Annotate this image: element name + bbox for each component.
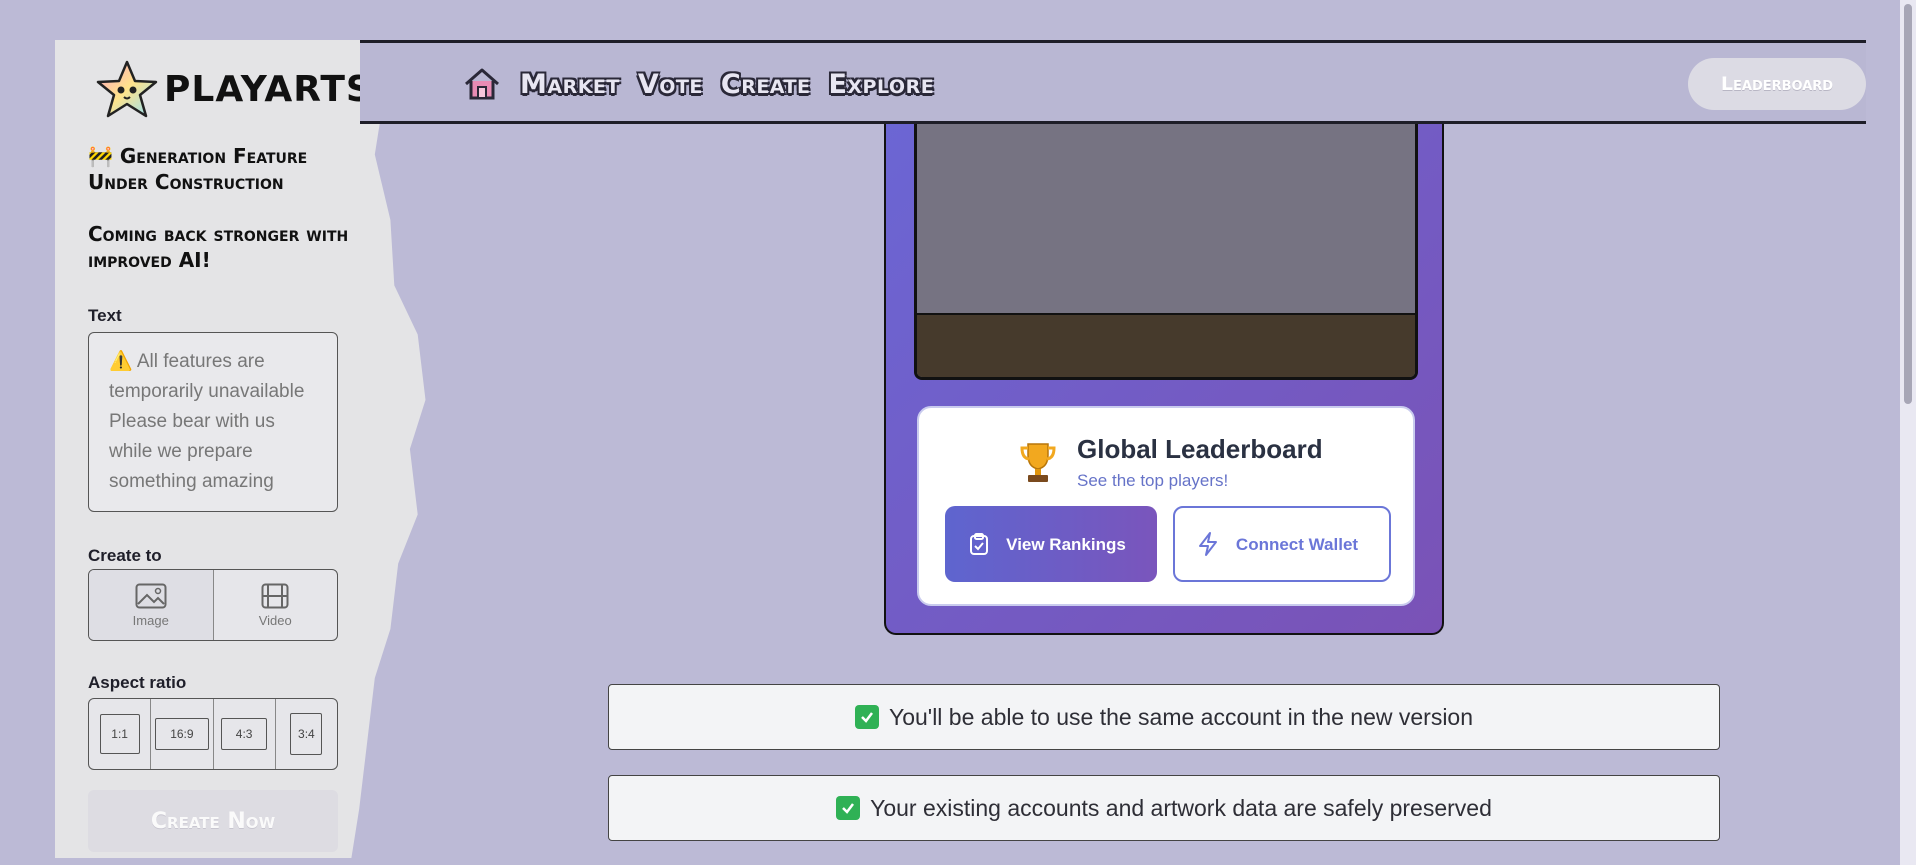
nav-market[interactable]: Market: [520, 69, 620, 100]
notice-data-preserved-text: Your existing accounts and artwork data …: [870, 794, 1492, 821]
video-icon: [261, 583, 289, 608]
aspect-ratio-label: Aspect ratio: [88, 673, 187, 692]
notice-data-preserved: Your existing accounts and artwork data …: [608, 775, 1720, 841]
aspect-ratio-selector: 1:1 16:9 4:3 3:4: [88, 698, 338, 770]
nav-vote[interactable]: Vote: [638, 69, 703, 100]
logo-text: PLAYARTS: [164, 68, 373, 110]
prompt-textarea[interactable]: ⚠️ All features are temporarily unavaila…: [88, 332, 338, 512]
home-icon: [465, 68, 499, 100]
view-rankings-button[interactable]: View Rankings: [945, 506, 1157, 582]
aspect-16-9-option[interactable]: 16:9: [151, 699, 214, 769]
create-to-label: Create to: [88, 546, 162, 565]
aspect-1-1-option[interactable]: 1:1: [89, 699, 152, 769]
nav-create[interactable]: Create: [721, 69, 811, 100]
connect-wallet-label: Connect Wallet: [1235, 534, 1359, 554]
create-to-selector: Image Video: [88, 569, 338, 641]
aspect-16-9-label: 16:9: [154, 718, 209, 750]
leaderboard-title: Global Leaderboard: [1077, 434, 1323, 464]
create-now-button[interactable]: Create Now: [88, 790, 338, 852]
view-rankings-label: View Rankings: [1006, 534, 1126, 554]
star-logo-icon: [96, 60, 158, 118]
image-option-label: Image: [132, 612, 169, 628]
clipboard-icon: [970, 533, 988, 555]
notice-same-account: You'll be able to use the same account i…: [608, 684, 1720, 750]
connect-wallet-button[interactable]: Connect Wallet: [1173, 506, 1391, 582]
card-screen: [914, 110, 1418, 380]
game-card: Global Leaderboard See the top players! …: [884, 110, 1444, 635]
create-to-image-option[interactable]: Image: [89, 570, 214, 640]
aspect-4-3-option[interactable]: 4:3: [214, 699, 276, 769]
leaderboard-button[interactable]: Leaderboard: [1688, 58, 1866, 110]
checkmark-icon: [836, 796, 861, 820]
image-icon: [135, 583, 167, 608]
notice-same-account-text: You'll be able to use the same account i…: [888, 703, 1474, 730]
logo[interactable]: PLAYARTS: [96, 60, 373, 118]
checkmark-icon: [854, 705, 879, 729]
lightning-icon: [1199, 532, 1217, 556]
main-nav: Market Vote Create Explore: [462, 66, 934, 102]
page-scrollbar[interactable]: [1900, 0, 1916, 865]
video-option-label: Video: [258, 612, 292, 628]
coming-back-notice: Coming back stronger with improved AI!: [88, 222, 349, 272]
trophy-icon: [1020, 442, 1056, 482]
leaderboard-subtitle: See the top players!: [1077, 471, 1229, 490]
aspect-3-4-label: 3:4: [290, 713, 323, 755]
aspect-3-4-option[interactable]: 3:4: [276, 699, 337, 769]
card-screen-bottom: [917, 313, 1415, 377]
text-label: Text: [88, 306, 122, 325]
aspect-4-3-label: 4:3: [221, 718, 268, 750]
home-link[interactable]: [462, 66, 502, 102]
leaderboard-panel: Global Leaderboard See the top players! …: [917, 406, 1415, 606]
aspect-1-1-label: 1:1: [99, 714, 140, 754]
scrollbar-thumb[interactable]: [1904, 4, 1912, 404]
nav-explore[interactable]: Explore: [828, 69, 934, 100]
create-to-video-option[interactable]: Video: [214, 570, 338, 640]
construction-notice: 🚧 Generation Feature Under Construction: [88, 144, 308, 194]
